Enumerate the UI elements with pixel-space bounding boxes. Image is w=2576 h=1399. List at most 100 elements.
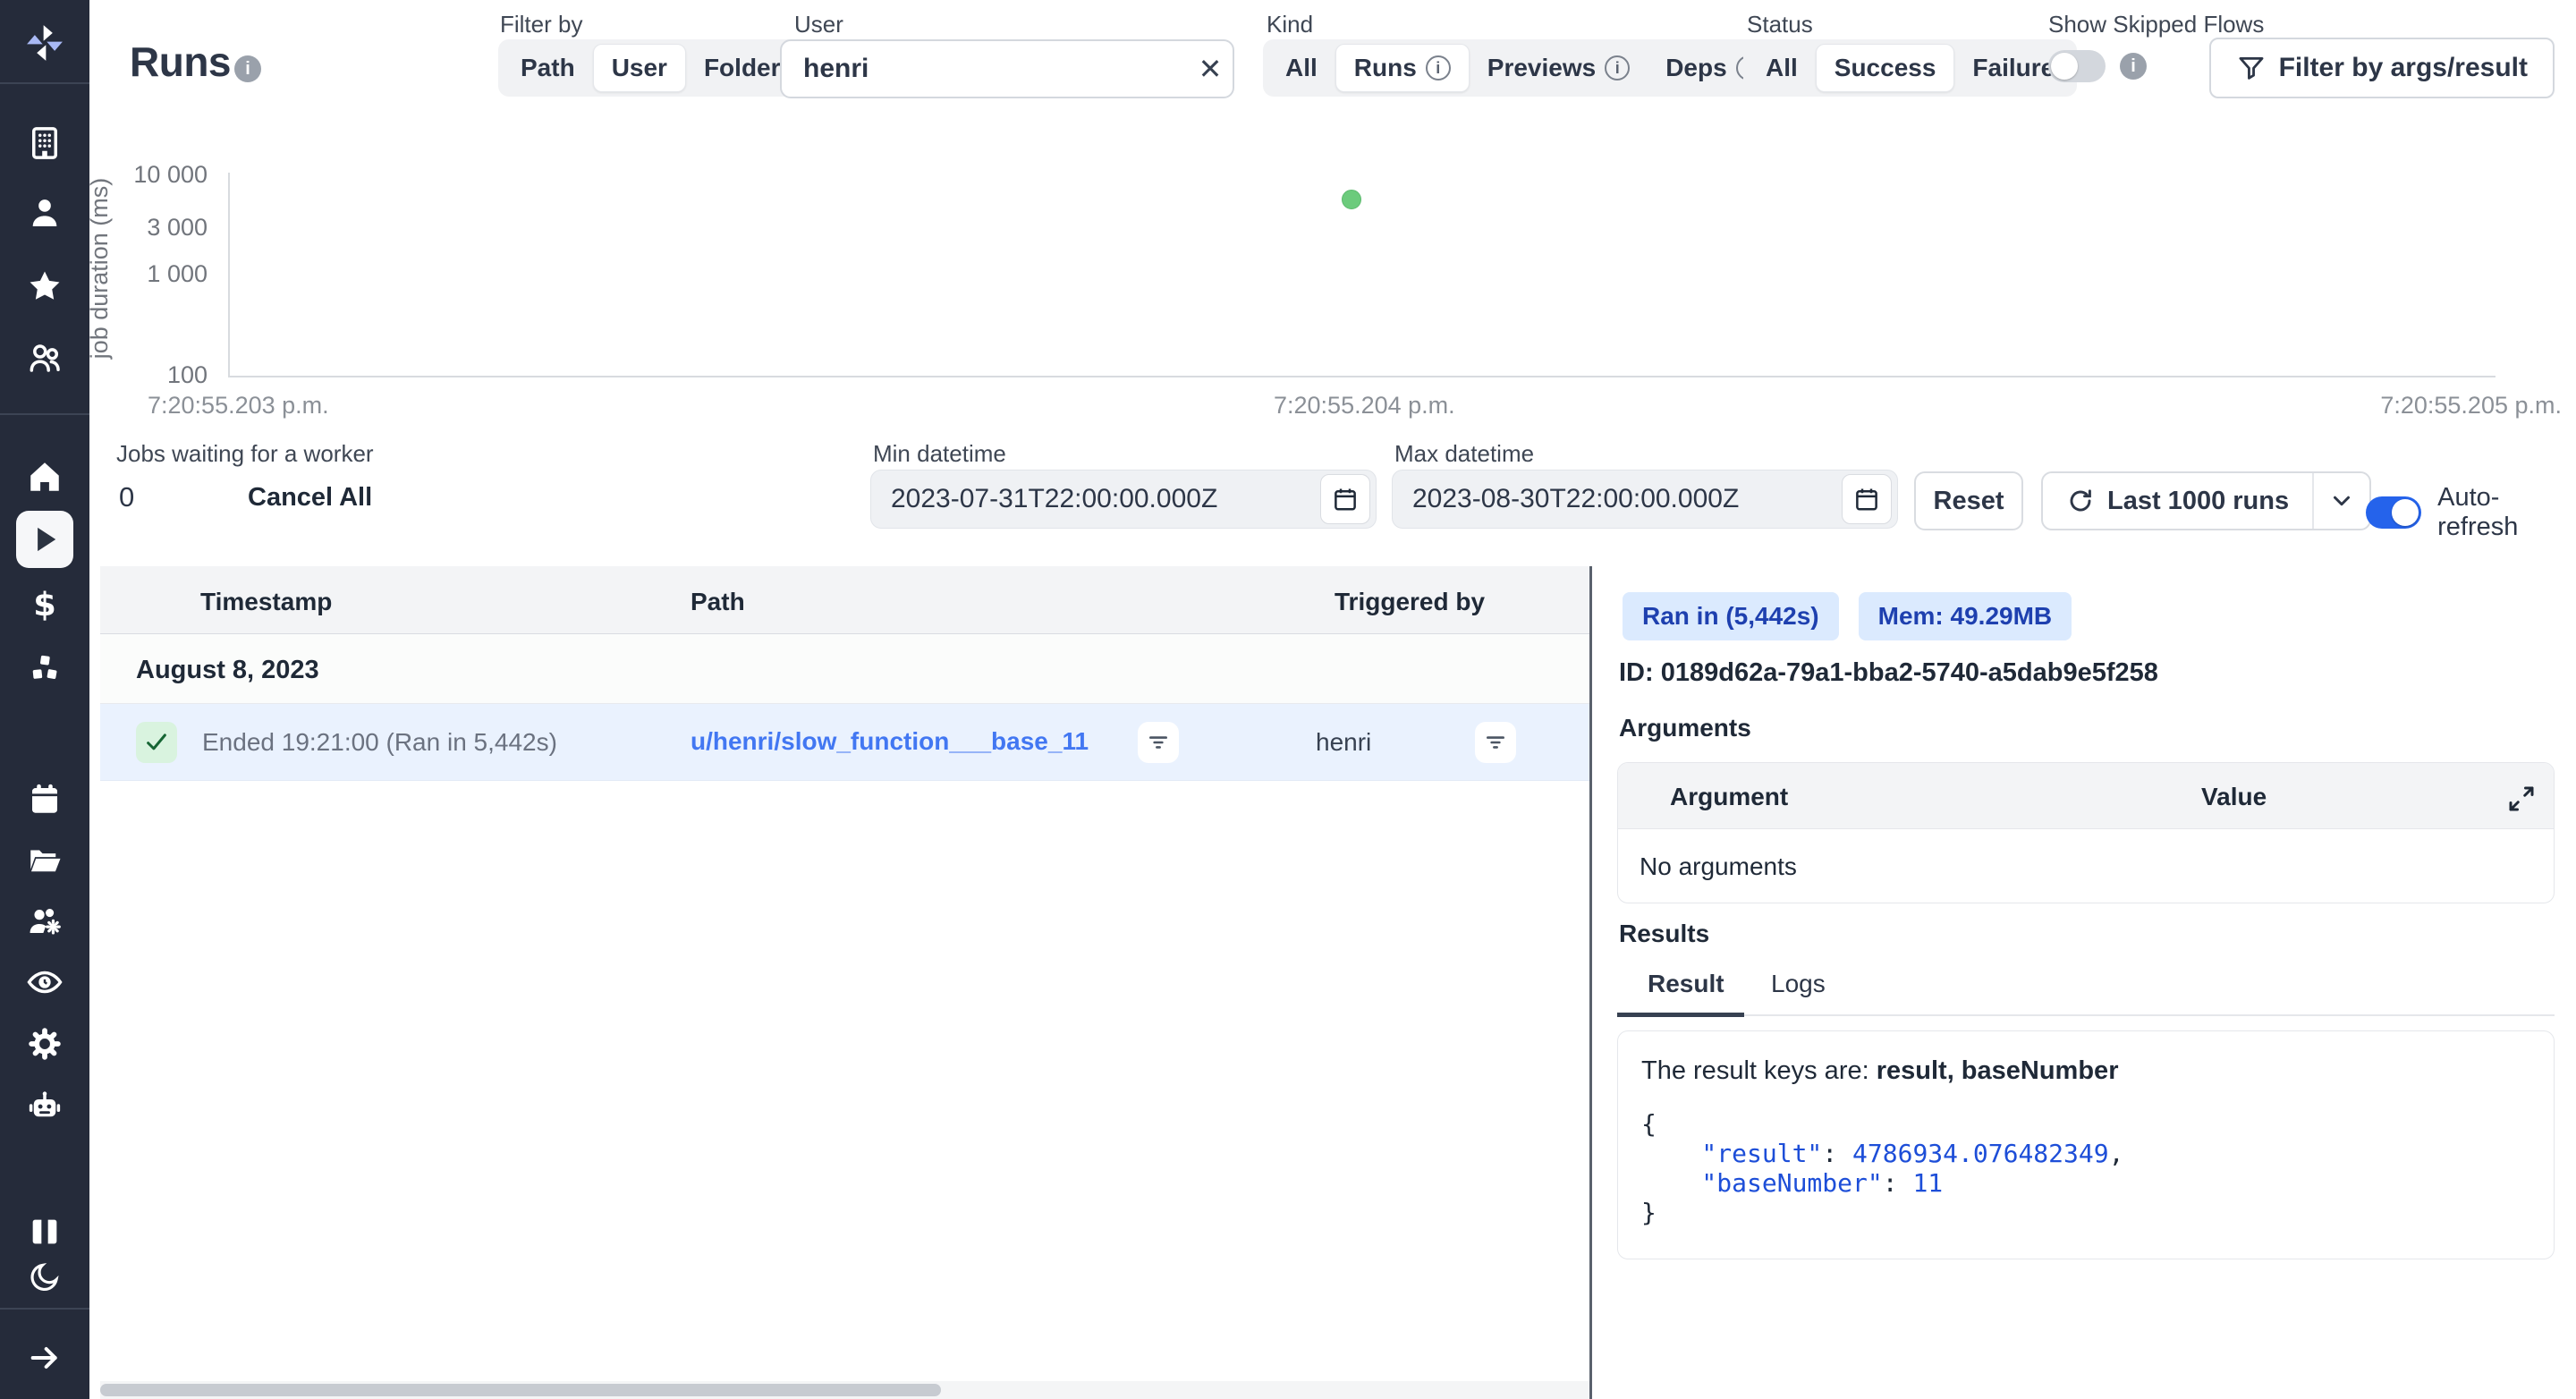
- x-tick: 7:20:55.204 p.m.: [1274, 392, 1455, 420]
- status-success-button[interactable]: Success: [1816, 44, 1955, 92]
- reset-button[interactable]: Reset: [1914, 471, 2023, 530]
- min-datetime-label: Min datetime: [873, 440, 1006, 468]
- table-header: Timestamp Path Triggered by: [100, 566, 1589, 634]
- filter-by-label: Filter by: [500, 11, 582, 38]
- y-tick: 100: [100, 361, 208, 389]
- sidebar-divider: [0, 413, 89, 415]
- auto-refresh-label: Auto-refresh: [2437, 483, 2576, 542]
- sidebar-item-darkmode-moon-icon[interactable]: [16, 1249, 73, 1306]
- toggle-knob: [2051, 53, 2078, 80]
- filter-by-user-pill[interactable]: [1475, 722, 1516, 763]
- kind-previews-info-icon[interactable]: i: [1605, 55, 1630, 81]
- clear-user-x-icon[interactable]: ✕: [1188, 52, 1233, 86]
- filter-by-path-button[interactable]: Path: [503, 44, 593, 92]
- panel-divider[interactable]: [1589, 566, 1592, 1399]
- windmill-logo-icon[interactable]: [16, 14, 73, 72]
- sidebar-item-user[interactable]: [16, 184, 73, 242]
- user-label: User: [794, 11, 843, 38]
- sidebar-item-schedules-calendar-icon[interactable]: [16, 771, 73, 828]
- kind-runs-info-icon[interactable]: i: [1426, 55, 1451, 81]
- show-skipped-toggle[interactable]: [2048, 50, 2106, 82]
- result-box: The result keys are: result, baseNumber …: [1617, 1030, 2555, 1259]
- user-input[interactable]: [782, 54, 1188, 84]
- sidebar-item-resources-cubes-icon[interactable]: [16, 640, 73, 698]
- last-runs-button[interactable]: Last 1000 runs: [2043, 473, 2312, 529]
- sidebar-divider: [0, 82, 89, 84]
- date-group-row: August 8, 2023: [100, 634, 1589, 704]
- result-summary: The result keys are: result, baseNumber: [1641, 1056, 2530, 1086]
- table-row[interactable]: Ended 19:21:00 (Ran in 5,442s) u/henri/s…: [100, 704, 1589, 781]
- run-data-point[interactable]: [1342, 190, 1361, 209]
- runs-page: $: [0, 0, 2576, 1399]
- result-keys: result, baseNumber: [1877, 1056, 2119, 1085]
- sidebar-item-runs-active[interactable]: [16, 511, 73, 568]
- toggle-knob: [2392, 499, 2419, 526]
- success-check-icon: [136, 722, 177, 763]
- chevron-down-icon: [2328, 488, 2355, 514]
- run-badges: Ran in (5,442s) Mem: 49.29MB: [1623, 592, 2072, 640]
- tab-logs[interactable]: Logs: [1771, 970, 1826, 998]
- svg-text:$: $: [33, 587, 56, 623]
- arguments-table-header: Argument Value: [1618, 763, 2554, 829]
- cancel-all-button[interactable]: Cancel All: [248, 483, 372, 513]
- col-timestamp: Timestamp: [200, 588, 332, 616]
- scrollbar-thumb[interactable]: [100, 1384, 941, 1396]
- expand-icon[interactable]: [2505, 783, 2538, 821]
- y-tick: 10 000: [100, 161, 208, 189]
- sidebar-item-favorites-star-icon[interactable]: [16, 258, 73, 315]
- results-tabs: Result Logs: [1617, 964, 2555, 1016]
- auto-refresh-toggle[interactable]: [2366, 496, 2421, 529]
- last-runs-split-button: Last 1000 runs: [2041, 471, 2371, 530]
- status-all-button[interactable]: All: [1748, 44, 1816, 92]
- show-skipped-info-icon[interactable]: i: [2120, 53, 2147, 80]
- col-path: Path: [691, 588, 745, 616]
- horizontal-scrollbar[interactable]: [100, 1381, 1589, 1399]
- kind-all-button[interactable]: All: [1267, 44, 1335, 92]
- min-datetime-input[interactable]: Min datetime 2023-07-31T22:00:00.000Z: [870, 470, 1377, 529]
- show-skipped-label: Show Skipped Flows: [2048, 11, 2264, 38]
- runs-info-icon[interactable]: i: [234, 55, 261, 82]
- page-title: Runs: [130, 38, 231, 86]
- y-tick: 1 000: [100, 260, 208, 288]
- sidebar-item-settings-gear-icon[interactable]: [16, 1015, 73, 1073]
- ran-in-badge: Ran in (5,442s): [1623, 592, 1839, 640]
- row-path-link[interactable]: u/henri/slow_function___base_11: [691, 727, 1089, 756]
- kind-previews-button[interactable]: Previewsi: [1470, 44, 1648, 92]
- sidebar-expand-arrow-icon[interactable]: [16, 1329, 73, 1386]
- filter-by-segmented: Path User Folder: [498, 39, 803, 97]
- sidebar-item-workers-users-gear-icon[interactable]: [16, 893, 73, 950]
- status-segmented: All Success Failure: [1743, 39, 2077, 97]
- sidebar-item-groups[interactable]: [16, 329, 73, 386]
- filter-by-path-pill[interactable]: [1138, 722, 1179, 763]
- refresh-icon: [2066, 487, 2095, 515]
- calendar-icon[interactable]: [1842, 474, 1892, 524]
- sidebar-divider: [0, 1308, 89, 1310]
- x-tick: 7:20:55.205 p.m.: [2380, 392, 2562, 420]
- runs-table: Timestamp Path Triggered by August 8, 20…: [100, 566, 1589, 781]
- sidebar-item-audit-eye-icon[interactable]: [16, 954, 73, 1011]
- sidebar: $: [0, 0, 89, 1399]
- col-argument: Argument: [1670, 783, 1788, 811]
- run-id: ID: 0189d62a-79a1-bba2-5740-a5dab9e5f258: [1619, 658, 2158, 688]
- x-tick: 7:20:55.203 p.m.: [148, 392, 329, 420]
- jobs-waiting-label: Jobs waiting for a worker: [116, 440, 374, 468]
- sidebar-item-workspace[interactable]: [16, 114, 73, 172]
- last-runs-dropdown-button[interactable]: [2312, 473, 2369, 529]
- row-triggered-by: henri: [1316, 728, 1371, 757]
- filter-args-result-button[interactable]: Filter by args/result: [2209, 38, 2555, 98]
- tab-result[interactable]: Result: [1648, 970, 1724, 998]
- col-triggered-by: Triggered by: [1335, 588, 1485, 616]
- sidebar-item-folders-icon[interactable]: [16, 832, 73, 889]
- user-input-wrap: ✕: [780, 39, 1234, 98]
- sidebar-item-ai-robot-icon[interactable]: [16, 1077, 73, 1134]
- kind-runs-button[interactable]: Runsi: [1335, 44, 1470, 92]
- max-datetime-input[interactable]: Max datetime 2023-08-30T22:00:00.000Z: [1392, 470, 1898, 529]
- filter-by-user-button[interactable]: User: [593, 44, 686, 92]
- active-tab-underline: [1617, 1013, 1744, 1017]
- sidebar-item-variables-dollar-icon[interactable]: $: [16, 577, 73, 634]
- result-json: { "result": 4786934.076482349, "baseNumb…: [1641, 1109, 2530, 1227]
- sidebar-item-home[interactable]: [16, 448, 73, 505]
- calendar-icon[interactable]: [1320, 474, 1370, 524]
- filter-lines-icon: [1147, 731, 1170, 754]
- max-datetime-label: Max datetime: [1394, 440, 1534, 468]
